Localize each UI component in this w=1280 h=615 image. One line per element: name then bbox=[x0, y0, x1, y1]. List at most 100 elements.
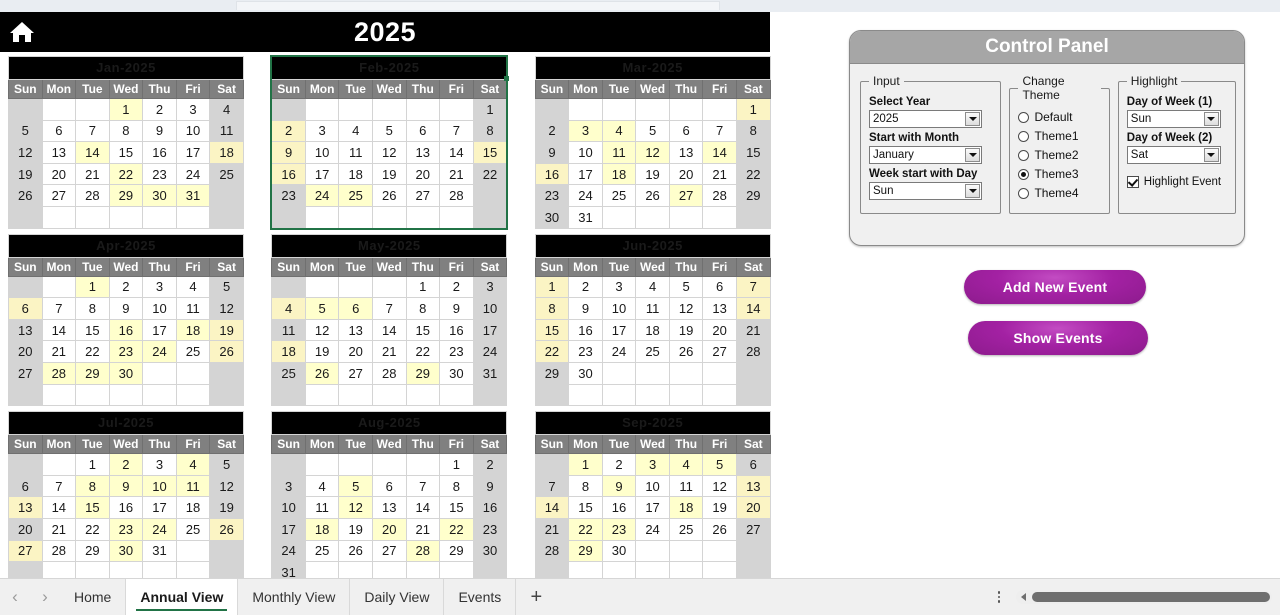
day-cell[interactable]: 25 bbox=[209, 162, 244, 186]
day-cell[interactable]: 7 bbox=[735, 275, 771, 299]
day-cell[interactable]: 28 bbox=[75, 184, 110, 207]
sheet-tab-home[interactable]: Home bbox=[60, 579, 127, 615]
day-cell[interactable]: 18 bbox=[271, 340, 306, 363]
add-sheet-icon[interactable]: + bbox=[516, 579, 556, 615]
day-cell[interactable]: 26 bbox=[209, 340, 244, 363]
day-cell[interactable]: 30 bbox=[108, 361, 144, 385]
day-cell[interactable]: 9 bbox=[142, 119, 177, 143]
day-cell[interactable]: 14 bbox=[534, 496, 570, 519]
day-cell[interactable]: 1 bbox=[75, 453, 110, 476]
day-cell[interactable]: 6 bbox=[668, 119, 704, 143]
chevron-down-icon[interactable] bbox=[1203, 112, 1219, 126]
day-cell[interactable]: 13 bbox=[41, 141, 77, 164]
day-cell[interactable]: 21 bbox=[735, 318, 771, 342]
day-cell[interactable]: 1 bbox=[75, 275, 110, 299]
day-cell[interactable]: 11 bbox=[175, 474, 211, 498]
day-cell[interactable]: 26 bbox=[635, 184, 670, 207]
day-cell[interactable]: 8 bbox=[75, 297, 110, 320]
day-cell[interactable]: 28 bbox=[371, 361, 407, 385]
day-cell[interactable]: 15 bbox=[568, 496, 603, 519]
day-cell[interactable]: 4 bbox=[601, 119, 637, 143]
day-cell[interactable]: 18 bbox=[338, 162, 373, 186]
day-cell[interactable]: 28 bbox=[41, 539, 77, 563]
show-events-button[interactable]: Show Events bbox=[968, 321, 1148, 355]
day-cell[interactable]: 18 bbox=[304, 517, 340, 541]
day-cell[interactable]: 16 bbox=[108, 318, 144, 342]
day-cell[interactable]: 26 bbox=[668, 340, 704, 363]
day-cell[interactable]: 12 bbox=[635, 141, 670, 164]
day-cell[interactable]: 24 bbox=[304, 184, 340, 207]
day-cell[interactable]: 7 bbox=[75, 119, 110, 143]
checkbox-icon[interactable] bbox=[1126, 176, 1139, 188]
day-cell[interactable]: 28 bbox=[439, 184, 474, 207]
day-cell[interactable]: 28 bbox=[405, 539, 441, 563]
chevron-down-icon[interactable] bbox=[1203, 148, 1219, 162]
day-cell[interactable]: 5 bbox=[635, 119, 670, 143]
day-cell[interactable]: 26 bbox=[371, 184, 407, 207]
day-cell[interactable]: 9 bbox=[534, 141, 570, 164]
day-cell[interactable]: 19 bbox=[8, 162, 43, 186]
day-cell[interactable]: 18 bbox=[601, 162, 637, 186]
day-cell[interactable]: 2 bbox=[601, 453, 637, 476]
day-cell[interactable]: 18 bbox=[175, 318, 211, 342]
day-cell[interactable]: 5 bbox=[371, 119, 407, 143]
day-cell[interactable]: 25 bbox=[635, 340, 670, 363]
day-cell[interactable]: 8 bbox=[75, 474, 110, 498]
day-cell[interactable]: 19 bbox=[304, 340, 340, 363]
month-table-jun-2025[interactable]: Jun-2025 Sun Mon Tue Wed Thu Fri Sat 1 2 3 4 5 6 7 8 9 10… bbox=[534, 233, 771, 407]
month-table-feb-2025[interactable]: Feb-2025 Sun Mon Tue Wed Thu Fri Sat 1 2 3 4 5 6 7 8 9 10… bbox=[270, 55, 509, 230]
day-cell[interactable]: 4 bbox=[175, 275, 211, 299]
day-cell[interactable]: 16 bbox=[142, 141, 177, 164]
day-cell[interactable]: 6 bbox=[371, 474, 407, 498]
day-cell[interactable]: 26 bbox=[304, 361, 340, 385]
day-cell[interactable]: 5 bbox=[209, 275, 244, 299]
day-cell[interactable]: 6 bbox=[8, 474, 43, 498]
day-cell[interactable]: 4 bbox=[635, 275, 670, 299]
day-cell[interactable]: 22 bbox=[735, 162, 771, 186]
day-cell[interactable]: 23 bbox=[108, 340, 144, 363]
day-cell[interactable]: 10 bbox=[175, 119, 211, 143]
day-cell[interactable]: 30 bbox=[568, 361, 603, 385]
day-cell[interactable]: 17 bbox=[304, 162, 340, 186]
day-cell[interactable]: 24 bbox=[635, 517, 670, 541]
day-cell[interactable]: 26 bbox=[209, 517, 244, 541]
day-cell[interactable]: 29 bbox=[534, 361, 570, 385]
day-cell[interactable]: 22 bbox=[75, 340, 110, 363]
day-cell[interactable]: 31 bbox=[472, 361, 508, 385]
day-cell[interactable]: 2 bbox=[108, 453, 144, 476]
day-cell[interactable]: 1 bbox=[568, 453, 603, 476]
day-cell[interactable]: 6 bbox=[735, 453, 771, 476]
day-cell[interactable]: 17 bbox=[568, 162, 603, 186]
day-cell[interactable]: 2 bbox=[472, 453, 508, 476]
day-cell[interactable]: 15 bbox=[75, 496, 110, 519]
day-cell[interactable]: 10 bbox=[271, 496, 306, 519]
day-cell[interactable]: 10 bbox=[568, 141, 603, 164]
day-cell[interactable]: 12 bbox=[8, 141, 43, 164]
day-of-week-1-dropdown[interactable]: Sun bbox=[1126, 110, 1221, 128]
day-cell[interactable]: 16 bbox=[439, 318, 474, 342]
day-cell[interactable]: 4 bbox=[209, 98, 244, 121]
day-cell[interactable]: 19 bbox=[668, 318, 704, 342]
day-cell[interactable]: 16 bbox=[108, 496, 144, 519]
day-cell[interactable]: 19 bbox=[635, 162, 670, 186]
day-cell[interactable]: 25 bbox=[271, 361, 306, 385]
day-cell[interactable]: 7 bbox=[41, 474, 77, 498]
day-cell[interactable]: 16 bbox=[534, 162, 570, 186]
day-cell[interactable]: 20 bbox=[702, 318, 737, 342]
day-cell[interactable]: 25 bbox=[338, 184, 373, 207]
day-cell[interactable]: 5 bbox=[702, 453, 737, 476]
day-cell[interactable]: 9 bbox=[568, 297, 603, 320]
day-cell[interactable]: 24 bbox=[568, 184, 603, 207]
day-cell[interactable]: 9 bbox=[271, 141, 306, 164]
day-cell[interactable]: 5 bbox=[668, 275, 704, 299]
day-cell[interactable]: 20 bbox=[371, 517, 407, 541]
day-cell[interactable]: 23 bbox=[534, 184, 570, 207]
day-of-week-2-dropdown[interactable]: Sat bbox=[1126, 146, 1221, 164]
day-cell[interactable]: 7 bbox=[439, 119, 474, 143]
day-cell[interactable]: 7 bbox=[371, 297, 407, 320]
day-cell[interactable]: 23 bbox=[271, 184, 306, 207]
day-cell[interactable]: 1 bbox=[472, 98, 508, 121]
day-cell[interactable]: 23 bbox=[601, 517, 637, 541]
theme-radio-theme1[interactable]: Theme1 bbox=[1018, 129, 1100, 143]
day-cell[interactable]: 14 bbox=[439, 141, 474, 164]
